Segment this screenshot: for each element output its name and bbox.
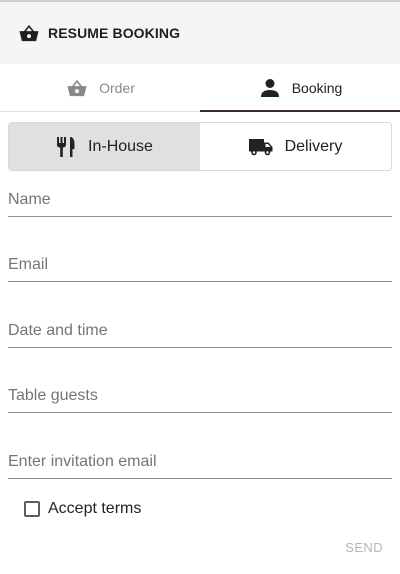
email-field bbox=[8, 242, 392, 282]
app-header: RESUME BOOKING bbox=[0, 2, 400, 64]
send-button[interactable]: SEND bbox=[345, 540, 383, 555]
basket-icon bbox=[65, 76, 89, 100]
fork-knife-icon bbox=[56, 136, 76, 158]
truck-icon bbox=[248, 138, 273, 156]
service-mode-toggle: In-House Delivery bbox=[8, 122, 392, 171]
basket-icon bbox=[18, 22, 40, 44]
guests-field bbox=[8, 373, 392, 413]
guests-input[interactable] bbox=[8, 373, 392, 412]
tab-booking-label: Booking bbox=[291, 79, 343, 96]
tab-bar: Order Booking bbox=[0, 64, 400, 112]
invite-email-input[interactable] bbox=[8, 439, 392, 478]
tab-order-label: Order bbox=[99, 79, 135, 96]
accept-terms-label[interactable]: Accept terms bbox=[48, 500, 141, 518]
accept-terms-checkbox[interactable] bbox=[24, 501, 40, 517]
email-input[interactable] bbox=[8, 242, 392, 281]
datetime-input[interactable] bbox=[8, 308, 392, 347]
page-title: RESUME BOOKING bbox=[48, 25, 181, 41]
tab-order[interactable]: Order bbox=[0, 64, 200, 111]
in-house-label: In-House bbox=[88, 137, 153, 155]
invite-field bbox=[8, 439, 392, 479]
person-icon bbox=[258, 76, 282, 100]
delivery-label: Delivery bbox=[284, 137, 343, 155]
name-input[interactable] bbox=[8, 177, 392, 216]
tab-booking[interactable]: Booking bbox=[200, 64, 400, 112]
accept-terms-row: Accept terms bbox=[24, 500, 141, 518]
datetime-field bbox=[8, 308, 392, 348]
in-house-button[interactable]: In-House bbox=[9, 123, 200, 170]
name-field bbox=[8, 177, 392, 217]
delivery-button[interactable]: Delivery bbox=[200, 123, 391, 170]
